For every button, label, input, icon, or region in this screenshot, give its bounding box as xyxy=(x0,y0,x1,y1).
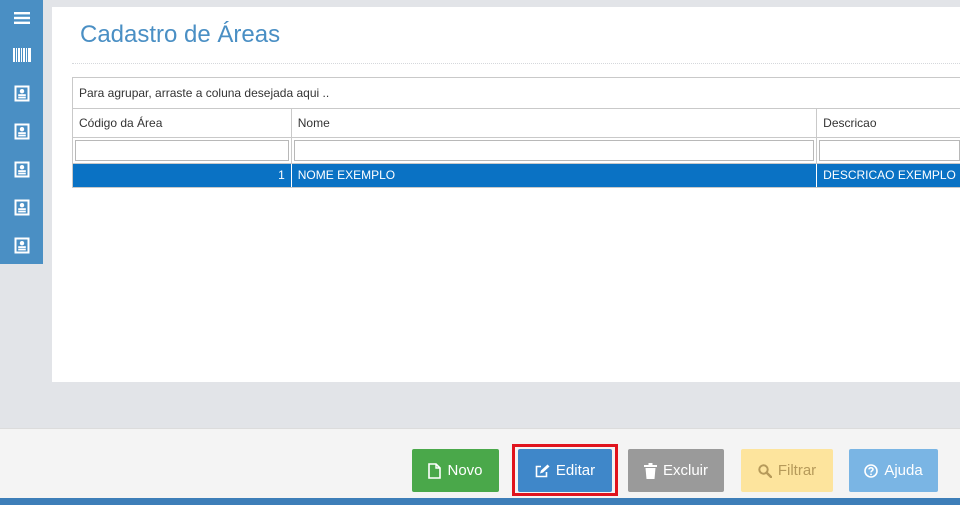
new-file-icon xyxy=(428,462,442,479)
filtrar-label: Filtrar xyxy=(777,462,817,479)
filtrar-button[interactable]: Filtrar xyxy=(741,449,833,492)
column-header-codigo[interactable]: Código da Área xyxy=(73,109,292,137)
ajuda-button[interactable]: Ajuda xyxy=(849,449,938,492)
excluir-label: Excluir xyxy=(662,462,708,479)
help-icon xyxy=(864,463,879,478)
sidebar-menu-button[interactable] xyxy=(0,0,43,36)
cell-codigo: 1 xyxy=(73,164,292,187)
footer-strip xyxy=(0,498,960,505)
column-header-descricao[interactable]: Descricao xyxy=(817,109,960,137)
search-icon xyxy=(758,463,772,478)
cell-nome: NOME EXEMPLO xyxy=(292,164,818,187)
page-title: Cadastro de Áreas xyxy=(80,21,281,48)
editar-label: Editar xyxy=(555,462,596,479)
contact-card-icon xyxy=(14,85,29,101)
filter-input-codigo[interactable] xyxy=(75,140,289,161)
ajuda-label: Ajuda xyxy=(884,462,923,479)
excluir-button[interactable]: Excluir xyxy=(628,449,724,492)
barcode-icon xyxy=(12,48,31,62)
data-grid: Para agrupar, arraste a coluna desejada … xyxy=(72,77,960,188)
title-divider xyxy=(72,63,960,64)
filter-input-descricao[interactable] xyxy=(819,140,960,161)
editar-button[interactable]: Editar xyxy=(518,449,612,492)
group-by-panel[interactable]: Para agrupar, arraste a coluna desejada … xyxy=(73,78,960,109)
sidebar-item-barcode[interactable] xyxy=(0,36,43,74)
edit-icon xyxy=(535,464,550,477)
filter-input-nome[interactable] xyxy=(293,140,815,161)
sidebar-item-contact-1[interactable] xyxy=(0,74,43,112)
contact-card-icon xyxy=(14,161,29,177)
table-row[interactable]: 1 NOME EXEMPLO DESCRICAO EXEMPLO xyxy=(73,164,960,187)
menu-icon xyxy=(13,12,30,24)
contact-card-icon xyxy=(14,123,29,139)
grid-header-row: Código da Área Nome Descricao xyxy=(73,109,960,138)
sidebar-item-contact-3[interactable] xyxy=(0,150,43,188)
grid-filter-row xyxy=(73,138,960,164)
cell-descricao: DESCRICAO EXEMPLO xyxy=(823,168,956,182)
sidebar-item-contact-4[interactable] xyxy=(0,188,43,226)
novo-button[interactable]: Novo xyxy=(412,449,499,492)
contact-card-icon xyxy=(14,199,29,215)
trash-icon xyxy=(643,462,657,479)
sidebar-item-contact-2[interactable] xyxy=(0,112,43,150)
contact-card-icon xyxy=(14,237,29,253)
sidebar xyxy=(0,0,43,264)
sidebar-item-contact-5[interactable] xyxy=(0,226,43,264)
main-panel: Cadastro de Áreas Para agrupar, arraste … xyxy=(52,7,960,382)
column-header-nome[interactable]: Nome xyxy=(292,109,818,137)
novo-label: Novo xyxy=(447,462,483,479)
